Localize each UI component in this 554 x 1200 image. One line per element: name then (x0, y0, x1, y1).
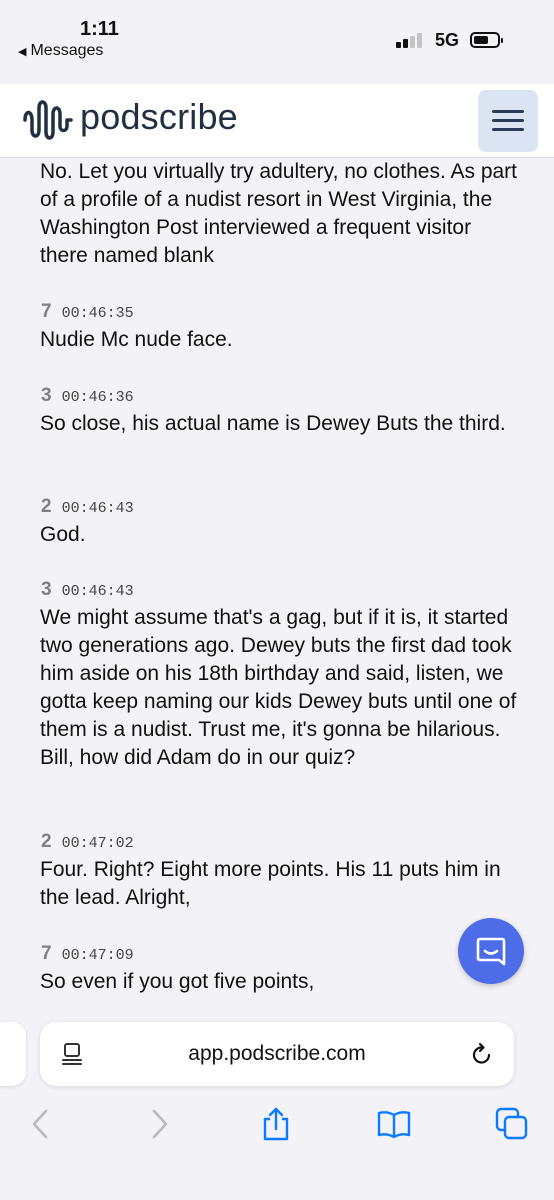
battery-icon (470, 32, 503, 48)
timestamp-link[interactable]: 00:47:02 (62, 835, 134, 852)
reload-icon[interactable] (470, 1042, 494, 1066)
address-bar[interactable]: app.podscribe.com (40, 1022, 514, 1086)
browser-bar: app.podscribe.com (0, 1000, 554, 1200)
timestamp-link[interactable]: 00:46:36 (62, 389, 134, 406)
share-icon[interactable] (258, 1106, 294, 1142)
chevron-left-icon[interactable] (22, 1106, 58, 1142)
transcript-entry: 3 00:46:43 We might assume that's a gag, … (40, 576, 518, 772)
transcript-text: So even if you got five points, (40, 970, 315, 993)
transcript-text: No. Let you virtually try adultery, no c… (40, 160, 518, 267)
speaker-number: 7 (41, 943, 52, 964)
timestamp-link[interactable]: 00:46:43 (62, 500, 134, 517)
transcript-text: We might assume that's a gag, but if it … (40, 606, 517, 769)
speaker-number: 3 (41, 579, 52, 600)
transcript-text: Nudie Mc nude face. (40, 328, 233, 351)
transcript-text: So close, his actual name is Dewey Buts … (40, 412, 506, 435)
browser-toolbar (0, 1100, 554, 1148)
timestamp-link[interactable]: 00:47:09 (62, 947, 134, 964)
speaker-number: 2 (41, 496, 52, 517)
book-icon[interactable] (376, 1106, 412, 1142)
hamburger-menu-button[interactable] (478, 90, 538, 152)
chat-bubble-icon (476, 937, 506, 966)
transcript-entry: 3 00:46:36 So close, his actual name is D… (40, 382, 518, 438)
transcript-text: God. (40, 523, 86, 546)
transcript-entry: No. Let you virtually try adultery, no c… (40, 158, 518, 270)
chevron-right-icon[interactable] (142, 1106, 178, 1142)
hamburger-line (492, 128, 524, 131)
speaker-number: 7 (41, 301, 52, 322)
back-to-messages-label: Messages (30, 42, 104, 59)
back-to-messages[interactable]: ◀ Messages (18, 42, 103, 60)
speaker-number: 3 (41, 385, 52, 406)
tabs-icon[interactable] (494, 1106, 530, 1142)
podscribe-waveform-icon (23, 100, 73, 140)
status-time: 1:11 (80, 18, 119, 40)
hamburger-line (492, 119, 524, 122)
url-text[interactable]: app.podscribe.com (40, 1042, 514, 1066)
app-header: podscribe (0, 84, 554, 158)
back-triangle-icon: ◀ (18, 46, 27, 58)
previous-tab-preview[interactable] (0, 1022, 26, 1086)
transcript-text: Four. Right? Eight more points. His 11 p… (40, 858, 501, 909)
brand-logo-text[interactable]: podscribe (80, 96, 238, 138)
transcript-entry: 2 00:46:43 God. (40, 493, 518, 549)
network-type: 5G (435, 30, 460, 50)
timestamp-link[interactable]: 00:46:43 (62, 583, 134, 600)
transcript-list[interactable]: No. Let you virtually try adultery, no c… (0, 158, 554, 1020)
signal-strength-icon (396, 32, 426, 48)
timestamp-link[interactable]: 00:46:35 (62, 305, 134, 322)
status-bar: 1:11 ◀ Messages 5G (0, 0, 554, 72)
transcript-entry: 7 00:47:09 So even if you got five points… (40, 940, 518, 996)
transcript-entry: 7 00:46:35 Nudie Mc nude face. (40, 298, 518, 354)
hamburger-menu-icon (492, 110, 524, 113)
transcript-entry: 2 00:47:02 Four. Right? Eight more points… (40, 828, 518, 912)
speaker-number: 2 (41, 831, 52, 852)
chat-launcher-button[interactable] (458, 918, 524, 984)
